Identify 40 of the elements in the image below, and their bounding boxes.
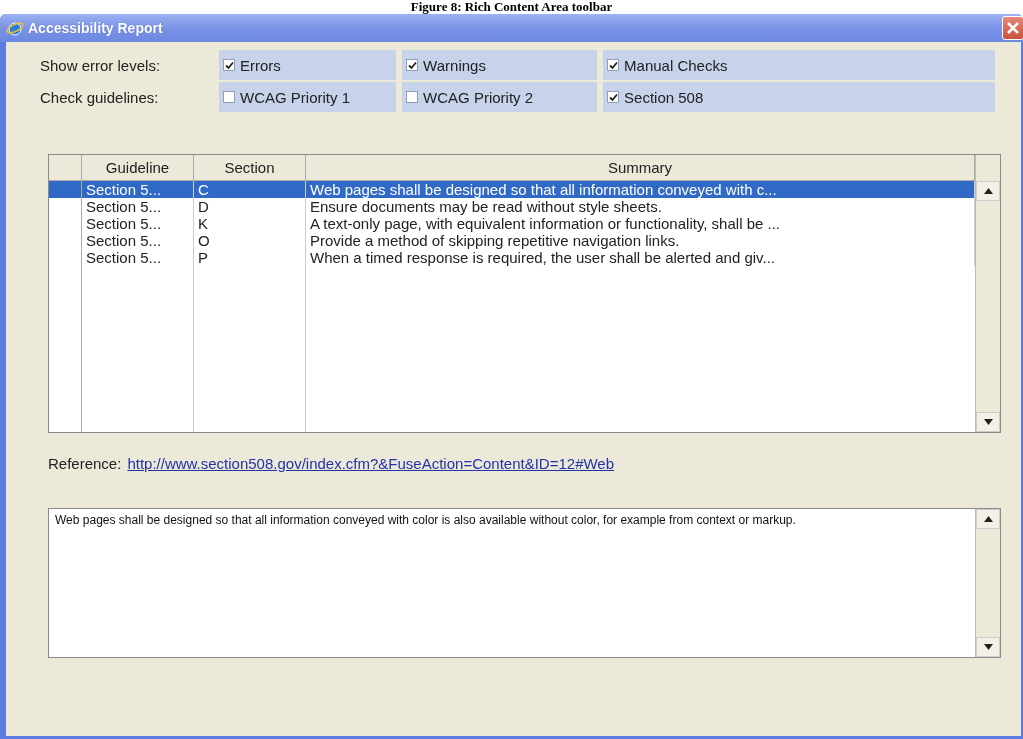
table-cell[interactable]: C bbox=[194, 181, 306, 198]
column-header[interactable]: Guideline bbox=[82, 155, 194, 181]
column-header bbox=[49, 155, 82, 181]
reference-link[interactable]: http://www.section508.gov/index.cfm?&FuseAction=Content&ID=12#Web bbox=[127, 455, 615, 472]
table-cell[interactable]: Web pages shall be designed so that all information conveyed with c... bbox=[306, 181, 975, 198]
scroll-down-button[interactable] bbox=[976, 637, 1000, 657]
filter-label: Show error levels: bbox=[40, 56, 162, 74]
scrollbar[interactable] bbox=[975, 509, 1000, 657]
checkbox[interactable] bbox=[607, 59, 620, 71]
option-label: Warnings bbox=[423, 56, 486, 74]
figure-caption: Figure 8: Rich Content Area toolbar bbox=[410, 0, 613, 14]
column-header[interactable]: Summary bbox=[306, 155, 975, 181]
up-arrow-icon bbox=[983, 188, 993, 194]
checkbox[interactable] bbox=[223, 91, 236, 103]
down-arrow-icon bbox=[983, 419, 993, 425]
details-text-area[interactable]: Web pages shall be designed so that all information conveyed with color is also available without color, for example from context or markup. bbox=[48, 508, 1001, 658]
scroll-up-button[interactable] bbox=[976, 181, 1000, 201]
option-label: WCAG Priority 2 bbox=[423, 88, 534, 106]
checkbox[interactable] bbox=[406, 59, 419, 71]
filter-label: Check guidelines: bbox=[40, 88, 160, 106]
close-icon bbox=[1007, 22, 1019, 34]
column-header[interactable]: Section bbox=[194, 155, 306, 181]
option-label: Manual Checks bbox=[624, 56, 728, 74]
scroll-up-button[interactable] bbox=[976, 509, 1000, 529]
close-button[interactable] bbox=[1002, 16, 1023, 40]
down-arrow-icon bbox=[983, 644, 993, 650]
checkbox[interactable] bbox=[406, 91, 419, 103]
scroll-down-button[interactable] bbox=[976, 412, 1000, 432]
details-text: Web pages shall be designed so that all information conveyed with color is also available without color, for example from context or markup. bbox=[54, 512, 797, 529]
checkbox[interactable] bbox=[223, 59, 236, 71]
checkbox[interactable] bbox=[607, 91, 620, 103]
window-title: Accessibility Report bbox=[28, 20, 164, 36]
reference-label: Reference: bbox=[48, 455, 122, 472]
option-label: Section 508 bbox=[624, 88, 704, 106]
browser-icon bbox=[6, 19, 24, 37]
up-arrow-icon bbox=[983, 516, 993, 522]
option-label: WCAG Priority 1 bbox=[240, 88, 351, 106]
option-label: Errors bbox=[240, 56, 281, 74]
table-cell[interactable]: Section 5... bbox=[82, 181, 194, 198]
scrollbar[interactable] bbox=[975, 155, 1000, 432]
